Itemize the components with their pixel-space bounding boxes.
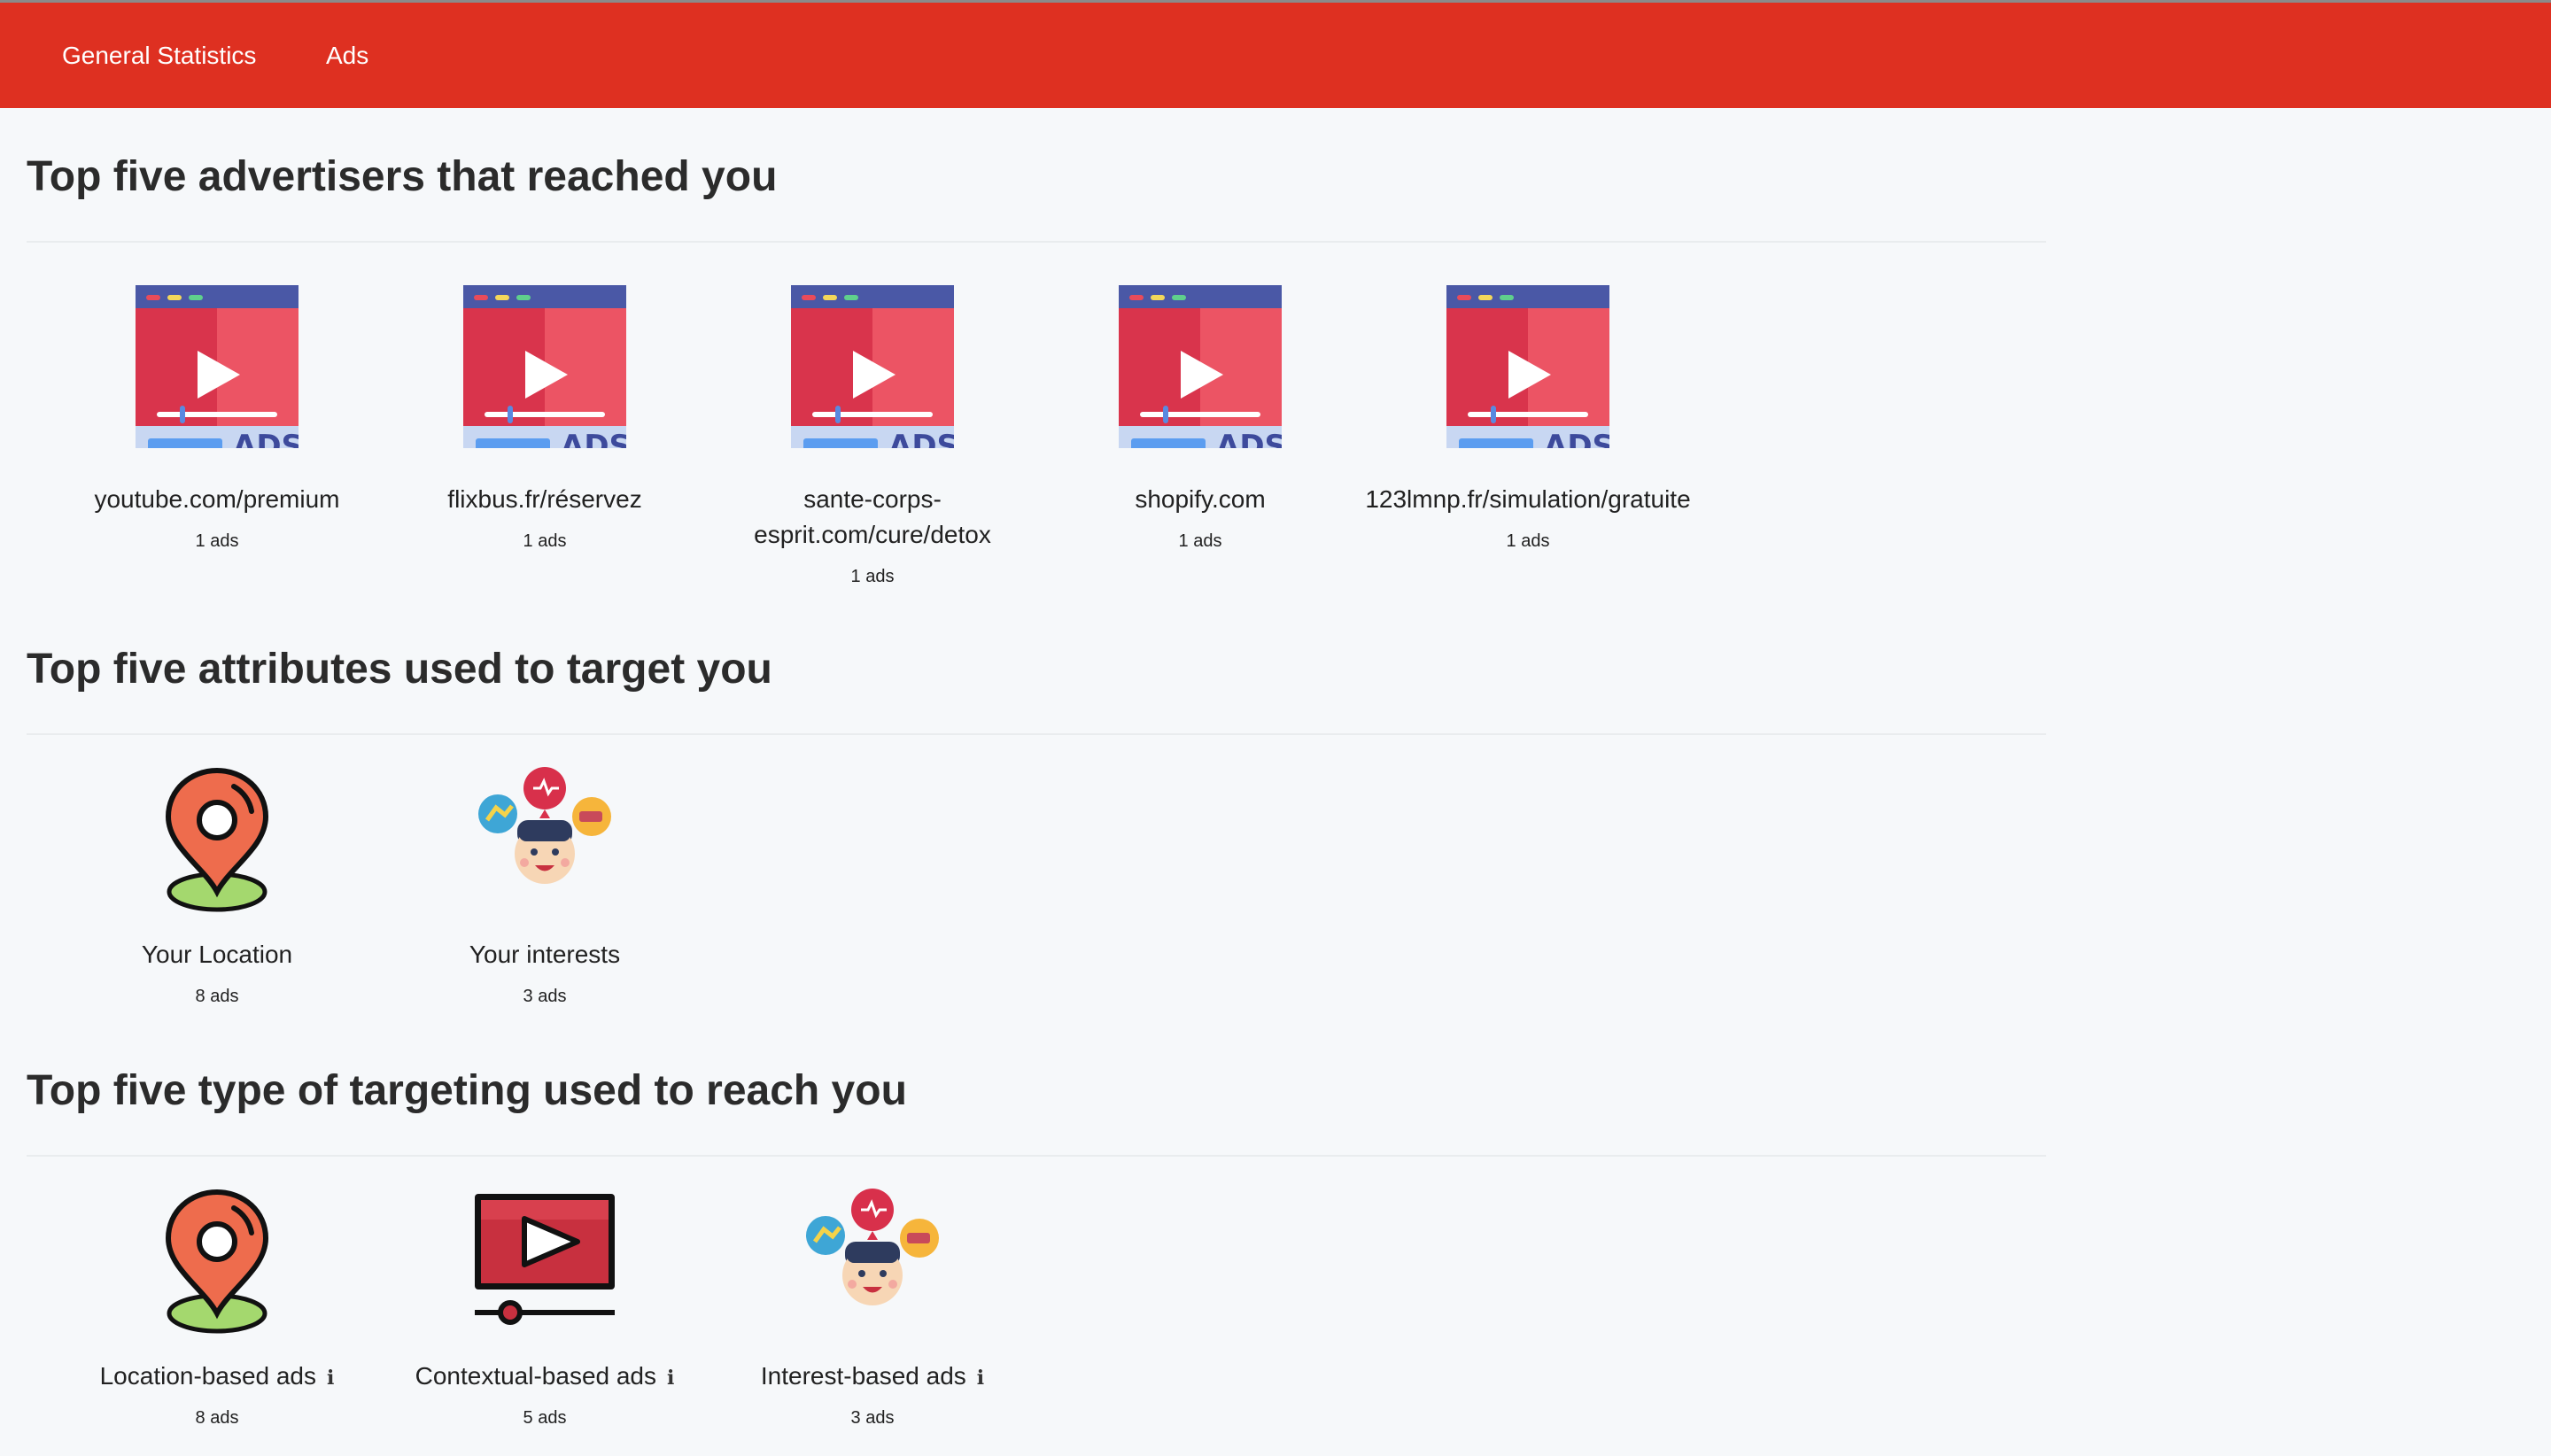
video-ad-icon bbox=[1119, 285, 1282, 448]
nav-general-statistics[interactable]: General Statistics bbox=[62, 3, 256, 108]
targeting-name: Contextual-based ads bbox=[415, 1362, 657, 1390]
info-icon[interactable]: i bbox=[327, 1360, 334, 1396]
advertiser-ad-count: 1 ads bbox=[850, 567, 895, 586]
interests-person-icon bbox=[469, 765, 620, 916]
section-divider bbox=[27, 1155, 2046, 1157]
targeting-name: Location-based ads bbox=[99, 1362, 317, 1390]
attributes-section-title: Top five attributes used to target you bbox=[27, 646, 772, 693]
video-ad-icon bbox=[136, 285, 299, 448]
targeting-section-title: Top five type of targeting used to reach… bbox=[27, 1067, 907, 1114]
info-icon[interactable]: i bbox=[667, 1360, 674, 1396]
video-ad-icon bbox=[1446, 285, 1609, 448]
location-pin-icon bbox=[142, 1187, 292, 1337]
targeting-label: Interest-based ads i bbox=[700, 1359, 1045, 1396]
info-icon[interactable]: i bbox=[977, 1360, 984, 1396]
advertiser-name: shopify.com bbox=[1135, 485, 1266, 513]
targeting-label: Contextual-based ads i bbox=[372, 1359, 717, 1396]
targeting-ad-count: 8 ads bbox=[195, 1408, 239, 1428]
advertiser-ad-count: 1 ads bbox=[195, 531, 239, 551]
targeting-label: Location-based ads i bbox=[44, 1359, 390, 1396]
section-divider bbox=[27, 733, 2046, 735]
video-player-icon bbox=[469, 1187, 620, 1337]
targeting-ad-count: 5 ads bbox=[523, 1408, 567, 1428]
section-divider bbox=[27, 241, 2046, 243]
location-pin-icon bbox=[142, 765, 292, 916]
video-ad-icon bbox=[791, 285, 954, 448]
advertiser-ad-count: 1 ads bbox=[1178, 531, 1222, 551]
attribute-name: Your Location bbox=[141, 941, 293, 968]
advertiser-ad-count: 1 ads bbox=[1506, 531, 1550, 551]
advertiser-name: flixbus.fr/réservez bbox=[447, 485, 642, 513]
attribute-name: Your interests bbox=[469, 941, 621, 968]
interests-person-icon bbox=[797, 1187, 948, 1337]
advertiser-name: sante-corps-esprit.com/cure/detox bbox=[754, 485, 991, 548]
video-ad-icon bbox=[463, 285, 626, 448]
nav-ads[interactable]: Ads bbox=[326, 3, 368, 108]
advertisers-section-title: Top five advertisers that reached you bbox=[27, 153, 778, 200]
top-nav-bar: General Statistics Ads bbox=[0, 0, 2551, 108]
targeting-ad-count: 3 ads bbox=[850, 1408, 895, 1428]
advertiser-name: 123lmnp.fr/simulation/gratuite bbox=[1365, 485, 1691, 513]
advertiser-name: youtube.com/premium bbox=[94, 485, 340, 513]
targeting-name: Interest-based ads bbox=[760, 1362, 966, 1390]
attribute-ad-count: 3 ads bbox=[523, 987, 567, 1006]
attribute-ad-count: 8 ads bbox=[195, 987, 239, 1006]
advertiser-ad-count: 1 ads bbox=[523, 531, 567, 551]
